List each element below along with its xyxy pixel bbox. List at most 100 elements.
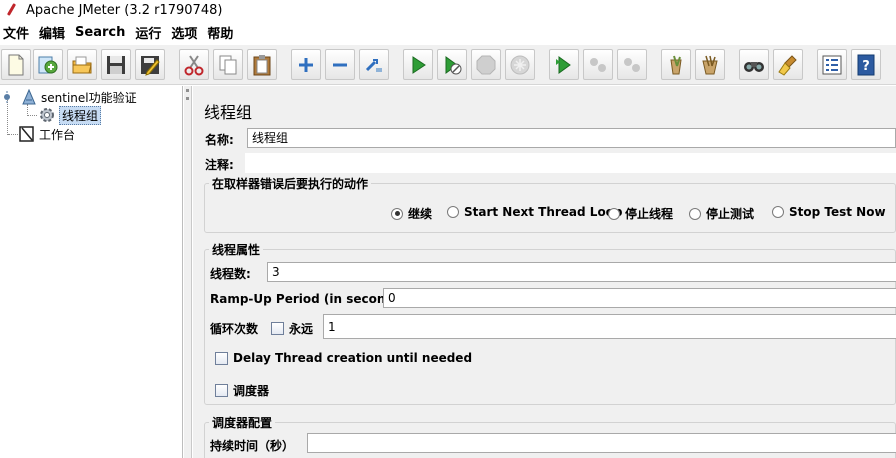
paste-icon	[253, 54, 271, 75]
toggle-icon	[365, 58, 382, 72]
radio-start-next-thread-loop[interactable]: Start Next Thread Loop	[447, 205, 623, 219]
radio-label: 停止线程	[625, 207, 674, 221]
templates-button[interactable]	[33, 49, 63, 80]
collapse-all-button[interactable]	[325, 49, 355, 80]
clear-all-icon	[702, 55, 718, 74]
clear-all-button[interactable]	[695, 49, 725, 80]
tree-node-thread-group[interactable]: 线程组	[38, 105, 102, 125]
function-helper-button[interactable]	[817, 49, 847, 80]
shutdown-button[interactable]	[505, 49, 535, 80]
save-as-button[interactable]	[135, 49, 165, 80]
menu-run[interactable]: 运行	[132, 23, 168, 42]
open-icon	[72, 56, 92, 73]
menu-edit[interactable]: 编辑	[36, 23, 72, 42]
search-button[interactable]	[739, 49, 769, 80]
reset-search-button[interactable]	[773, 49, 803, 80]
help-button[interactable]: ?	[851, 49, 881, 80]
thread-properties-group: 线程属性 线程数: 3 Ramp-Up Period (in seconds):…	[204, 241, 896, 405]
remote-stop-icon	[590, 57, 606, 72]
save-icon	[107, 55, 125, 74]
split-pane-divider[interactable]	[184, 86, 192, 458]
tree-node-label: 线程组	[59, 105, 102, 125]
threads-field[interactable]: 3	[267, 262, 896, 282]
search-icon	[744, 61, 764, 72]
radio-button-icon[interactable]	[689, 207, 701, 220]
radio-stop-test-now[interactable]: Stop Test Now	[772, 205, 886, 219]
test-plan-tree: sentinel功能验证 线程组 工作台	[0, 86, 183, 458]
tree-node-test-plan[interactable]: sentinel功能验证	[1, 88, 137, 106]
name-field[interactable]: 线程组	[247, 128, 896, 148]
scheduler-checkbox[interactable]: 调度器	[215, 382, 269, 399]
checkbox-label: 调度器	[233, 384, 270, 398]
menu-options[interactable]: 选项	[168, 23, 204, 42]
checkbox-label: 永远	[289, 322, 314, 336]
copy-icon	[219, 55, 237, 74]
cut-button[interactable]	[179, 49, 209, 80]
tree-node-workbench[interactable]: 工作台	[18, 125, 75, 143]
open-button[interactable]	[67, 49, 97, 80]
jmeter-feather-icon	[5, 3, 19, 17]
remote-stop-button[interactable]	[583, 49, 613, 80]
splitter-arrow-icon[interactable]	[186, 97, 189, 100]
rampup-field[interactable]: 0	[383, 288, 896, 308]
splitter-arrow-icon[interactable]	[186, 89, 189, 92]
remote-start-icon	[556, 55, 571, 74]
copy-button[interactable]	[213, 49, 243, 80]
remote-shutdown-icon	[624, 57, 640, 72]
duration-field[interactable]	[307, 433, 896, 453]
stop-button[interactable]	[471, 49, 501, 80]
thread-group-panel: 线程组 名称: 线程组 注释: 在取样器错误后要执行的动作 继续 Start N…	[193, 86, 896, 458]
expand-all-button[interactable]	[291, 49, 321, 80]
test-plan-icon	[22, 89, 36, 105]
forever-checkbox[interactable]: 永远	[271, 320, 313, 337]
radio-label: 继续	[408, 207, 433, 221]
templates-icon	[38, 56, 58, 73]
clear-button[interactable]	[661, 49, 691, 80]
save-button[interactable]	[101, 49, 131, 80]
function-helper-icon	[822, 55, 842, 74]
paste-button[interactable]	[247, 49, 277, 80]
toolbar: ?	[0, 45, 896, 85]
tree-node-label: 工作台	[39, 127, 76, 142]
loop-count-label: 循环次数	[210, 322, 259, 336]
group-title: 在取样器错误后要执行的动作	[209, 175, 372, 192]
radio-stop-thread[interactable]: 停止线程	[608, 205, 673, 222]
workbench-icon	[19, 126, 34, 142]
new-button[interactable]	[1, 49, 31, 80]
panel-title: 线程组	[204, 103, 253, 122]
loop-count-field[interactable]: 1	[323, 314, 896, 339]
tree-node-label: sentinel功能验证	[41, 90, 137, 105]
delay-thread-creation-checkbox[interactable]: Delay Thread creation until needed	[215, 351, 472, 365]
radio-button-icon[interactable]	[772, 206, 784, 218]
checkbox-icon[interactable]	[215, 351, 228, 365]
radio-button-icon[interactable]	[447, 206, 459, 218]
thread-group-icon	[40, 108, 54, 122]
comment-label: 注释:	[205, 158, 234, 172]
duration-label: 持续时间（秒）	[210, 439, 295, 453]
radio-button-icon[interactable]	[608, 207, 620, 220]
remote-start-button[interactable]	[549, 49, 579, 80]
radio-stop-test[interactable]: 停止测试	[689, 205, 754, 222]
menu-search[interactable]: Search	[72, 25, 132, 40]
name-label: 名称:	[205, 133, 234, 147]
clear-icon	[670, 55, 682, 74]
expand-toggle-icon[interactable]	[1, 91, 13, 103]
reset-search-icon	[778, 54, 797, 76]
group-title: 线程属性	[209, 241, 264, 258]
start-button[interactable]	[403, 49, 433, 80]
remote-shutdown-button[interactable]	[617, 49, 647, 80]
menu-help[interactable]: 帮助	[204, 23, 240, 42]
radio-continue[interactable]: 继续	[391, 205, 432, 222]
sampler-error-action-group: 在取样器错误后要执行的动作 继续 Start Next Thread Loop …	[204, 175, 896, 233]
checkbox-label: Delay Thread creation until needed	[233, 351, 473, 365]
radio-button-icon[interactable]	[391, 207, 403, 220]
comment-field[interactable]	[245, 153, 896, 173]
toggle-button[interactable]	[359, 49, 389, 80]
checkbox-icon[interactable]	[215, 384, 228, 397]
start-no-pauses-button[interactable]	[437, 49, 467, 80]
radio-label: Start Next Thread Loop	[464, 205, 623, 219]
rampup-label: Ramp-Up Period (in seconds):	[210, 292, 412, 306]
checkbox-icon[interactable]	[271, 322, 284, 335]
menu-file[interactable]: 文件	[0, 23, 36, 42]
shutdown-icon	[510, 55, 530, 74]
